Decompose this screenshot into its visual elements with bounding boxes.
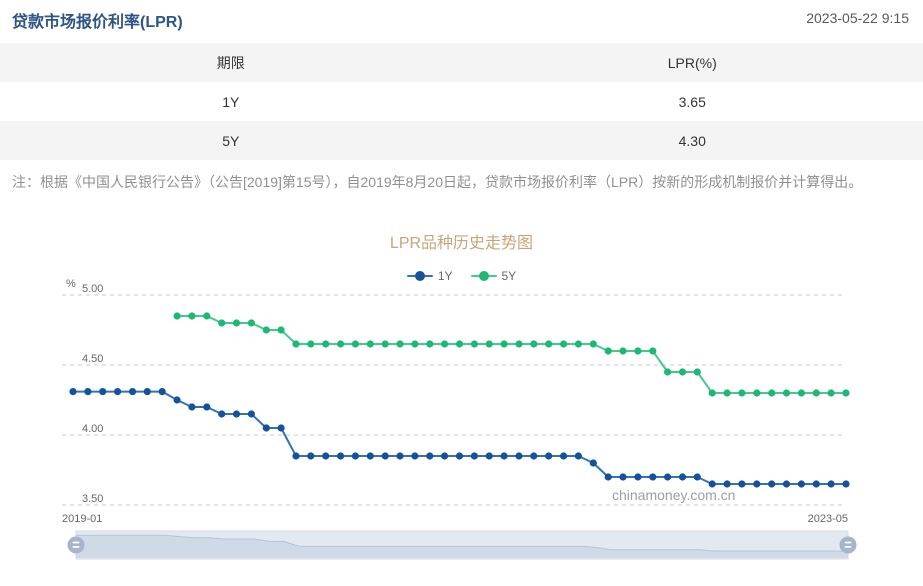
y-tick-350: 3.50 bbox=[82, 493, 103, 505]
datazoom-right-handle-icon[interactable] bbox=[840, 537, 857, 554]
x-tick-start: 2019-01 bbox=[62, 513, 102, 525]
x-tick-end: 2023-05 bbox=[808, 513, 848, 525]
watermark: chinamoney.com.cn bbox=[612, 487, 735, 503]
y-tick-400: 4.00 bbox=[82, 423, 103, 435]
y-tick-450: 4.50 bbox=[82, 353, 103, 365]
chart-series bbox=[69, 312, 849, 487]
chart-canvas[interactable] bbox=[0, 0, 923, 586]
y-axis-unit: % bbox=[66, 278, 76, 290]
y-tick-500: 5.00 bbox=[82, 283, 103, 295]
datazoom-left-handle-icon[interactable] bbox=[68, 537, 85, 554]
lpr-page: 贷款市场报价利率(LPR) 2023-05-22 9:15 期限 LPR(%) … bbox=[0, 0, 923, 586]
